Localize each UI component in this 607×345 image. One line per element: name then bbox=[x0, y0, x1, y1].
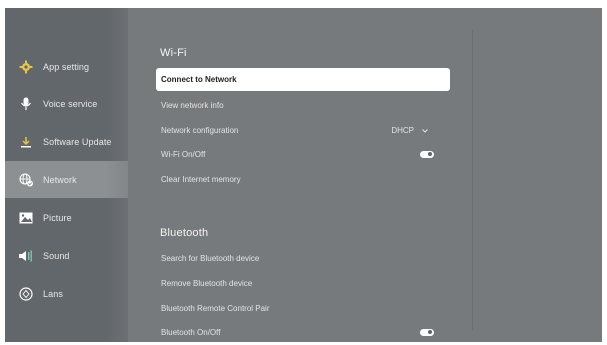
sidebar-item-label: Lans bbox=[43, 288, 63, 299]
network-settings-panel: Wi-Fi Connect to Network View network in… bbox=[156, 8, 456, 342]
network-configuration-item[interactable]: Network configuration DHCP bbox=[156, 118, 450, 142]
sidebar-item-label: App setting bbox=[43, 61, 90, 72]
network-configuration-value[interactable]: DHCP bbox=[391, 126, 428, 135]
speaker-icon bbox=[18, 248, 34, 264]
sidebar-item-label: Software Update bbox=[43, 136, 112, 147]
lens-icon bbox=[18, 286, 34, 302]
bluetooth-section-title: Bluetooth bbox=[160, 227, 209, 239]
bluetooth-on-off-item[interactable]: Bluetooth On/Off bbox=[156, 320, 450, 342]
menu-item-label: Clear Internet memory bbox=[161, 174, 241, 184]
menu-item-label: Remove Bluetooth device bbox=[161, 278, 253, 288]
menu-item-label: Network configuration bbox=[161, 125, 239, 135]
tv-settings-screen: App setting Voice service Software Updat… bbox=[5, 8, 602, 342]
sidebar-item-label: Picture bbox=[43, 212, 72, 223]
wifi-on-off-item[interactable]: Wi-Fi On/Off bbox=[156, 142, 450, 166]
sidebar-item-label: Voice service bbox=[43, 98, 98, 109]
menu-item-label: Search for Bluetooth device bbox=[161, 253, 260, 263]
bluetooth-toggle-switch[interactable] bbox=[420, 328, 434, 336]
menu-item-label: Bluetooth Remote Control Pair bbox=[161, 303, 270, 313]
bluetooth-remote-control-pair-item[interactable]: Bluetooth Remote Control Pair bbox=[156, 296, 450, 320]
gear-icon bbox=[18, 59, 34, 75]
wifi-toggle-switch[interactable] bbox=[420, 150, 434, 158]
clear-internet-memory-item[interactable]: Clear Internet memory bbox=[156, 167, 450, 191]
network-configuration-selected: DHCP bbox=[391, 125, 414, 135]
menu-item-label: View network info bbox=[161, 100, 224, 110]
menu-item-label: Bluetooth On/Off bbox=[161, 327, 221, 337]
chevron-down-icon bbox=[422, 126, 428, 135]
sidebar-fade bbox=[105, 8, 150, 342]
wifi-section-title: Wi-Fi bbox=[160, 47, 187, 59]
search-bluetooth-device-item[interactable]: Search for Bluetooth device bbox=[156, 246, 450, 270]
view-network-info-item[interactable]: View network info bbox=[156, 93, 450, 117]
microphone-icon bbox=[18, 96, 34, 112]
network-globe-icon bbox=[18, 172, 34, 188]
sidebar-item-label: Sound bbox=[43, 250, 70, 261]
sidebar-item-label: Network bbox=[43, 174, 77, 185]
panel-divider bbox=[472, 30, 473, 330]
picture-icon bbox=[18, 210, 34, 226]
menu-item-label: Wi-Fi On/Off bbox=[161, 149, 206, 159]
download-icon bbox=[18, 134, 34, 150]
remove-bluetooth-device-item[interactable]: Remove Bluetooth device bbox=[156, 271, 450, 295]
connect-to-network-item[interactable]: Connect to Network bbox=[156, 68, 450, 91]
menu-item-label: Connect to Network bbox=[161, 75, 237, 84]
